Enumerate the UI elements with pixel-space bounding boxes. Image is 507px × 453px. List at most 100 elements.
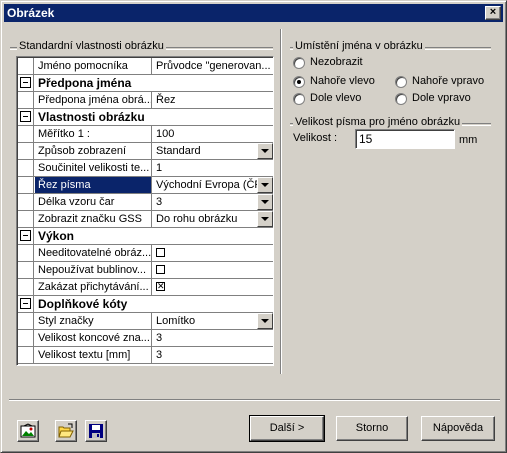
property-grid[interactable]: Jméno pomocníka Průvodce "generovan... Pře… [16,56,274,366]
grid-property-name: Needitovatelné obráz... [35,245,152,261]
grid-property-dropdown[interactable]: Východní Evropa (ČR [153,177,273,193]
grid-property-value[interactable]: 3 [153,347,273,363]
grid-gutter [18,347,34,363]
radio-top-right[interactable] [395,76,407,88]
radio-bottom-left-label[interactable]: Dole vlevo [310,92,361,105]
grid-section-title: Doplňkové kóty [38,297,128,311]
grid-gutter[interactable] [18,75,34,91]
grid-property-row[interactable]: Nepoužívat bublinov... [18,262,273,279]
bottom-separator [9,399,500,401]
grid-property-checkbox[interactable]: ✕ [153,279,273,295]
grid-gutter [18,279,34,295]
grid-property-value-text: 3 [156,196,163,208]
radio-bottom-right-label[interactable]: Dole vpravo [412,92,471,105]
grid-property-row[interactable]: Délka vzoru čar 3 [18,194,273,211]
grid-property-row[interactable]: Měřítko 1 : 100 [18,126,273,143]
radio-top-right-label[interactable]: Nahoře vpravo [412,75,484,88]
font-size-unit: mm [459,134,478,146]
help-button[interactable]: Nápověda [421,416,495,441]
checkbox-icon[interactable] [156,248,165,257]
collapse-icon[interactable] [20,77,31,88]
grid-property-row[interactable]: Velikost textu [mm] 3 [18,347,273,364]
grid-property-name: Zakázat přichytávání... [35,279,152,295]
grid-property-dropdown[interactable]: Standard [153,143,273,159]
collapse-icon[interactable] [20,298,31,309]
grid-property-value-text: Do rohu obrázku [156,213,238,225]
grid-section-row[interactable]: Výkon [18,228,273,245]
grid-property-row[interactable]: Součinitel velikosti te... 1 [18,160,273,177]
grid-property-value-text: 3 [156,349,163,361]
standard-properties-label: Standardní vlastnosti obrázku [17,40,166,53]
grid-property-value[interactable]: 3 [153,330,273,346]
grid-property-row[interactable]: Jméno pomocníka Průvodce "generovan... [18,58,273,75]
grid-property-value-text: Východní Evropa (ČR [156,179,263,191]
dropdown-arrow-icon[interactable] [257,143,273,159]
grid-gutter[interactable] [18,296,34,312]
radio-top-left-label[interactable]: Nahoře vlevo [310,75,375,88]
grid-property-row[interactable]: Zakázat přichytávání... ✕ [18,279,273,296]
grid-property-value[interactable]: Průvodce "generovan... [153,58,273,74]
grid-property-checkbox[interactable] [153,262,273,278]
grid-section-row[interactable]: Předpona jména [18,75,273,92]
grid-property-name: Styl značky [35,313,152,329]
grid-gutter [18,160,34,176]
grid-property-row[interactable]: Styl značky Lomítko [18,313,273,330]
grid-gutter[interactable] [18,109,34,125]
picture-button[interactable] [17,420,39,442]
name-position-label: Umístění jména v obrázku [293,40,425,53]
grid-property-name: Způsob zobrazení [35,143,152,159]
dropdown-arrow-icon[interactable] [257,313,273,329]
radio-bottom-left[interactable] [293,93,305,105]
grid-property-value[interactable]: 1 [153,160,273,176]
grid-property-dropdown[interactable]: Lomítko [153,313,273,329]
checkbox-checked-icon[interactable]: ✕ [156,282,165,291]
open-button[interactable] [55,420,77,442]
radio-hide-label[interactable]: Nezobrazit [310,56,363,69]
grid-property-row[interactable]: Velikost koncové zna... 3 [18,330,273,347]
collapse-icon[interactable] [20,111,31,122]
grid-property-name: Řez písma [35,177,152,193]
grid-section-row[interactable]: Doplňkové kóty [18,296,273,313]
grid-property-row[interactable]: Způsob zobrazení Standard [18,143,273,160]
grid-property-dropdown[interactable]: Do rohu obrázku [153,211,273,227]
picture-icon [20,423,36,438]
cancel-button[interactable]: Storno [336,416,408,441]
grid-property-checkbox[interactable] [153,245,273,261]
font-size-input[interactable] [355,129,455,149]
grid-property-value[interactable]: Řez [153,92,273,108]
grid-section-title: Předpona jména [38,76,132,90]
grid-property-name: Délka vzoru čar [35,194,152,210]
dropdown-arrow-icon[interactable] [257,194,273,210]
grid-gutter [18,194,34,210]
checkbox-icon[interactable] [156,265,165,274]
dropdown-arrow-icon[interactable] [257,177,273,193]
grid-property-name: Zobrazit značku GSS [35,211,152,227]
grid-property-row[interactable]: Zobrazit značku GSS Do rohu obrázku [18,211,273,228]
grid-property-name: Nepoužívat bublinov... [35,262,152,278]
close-button[interactable]: × [485,6,501,20]
panel-separator [280,29,282,374]
open-folder-icon [58,423,74,438]
grid-property-name: Jméno pomocníka [35,58,152,74]
save-button[interactable] [85,420,107,442]
dropdown-arrow-icon[interactable] [257,211,273,227]
grid-gutter[interactable] [18,228,34,244]
window-title: Obrázek [7,6,55,20]
next-button[interactable]: Další > [249,415,325,442]
grid-property-row[interactable]: Předpona jména obrá... Řez [18,92,273,109]
grid-gutter [18,245,34,261]
radio-hide[interactable] [293,57,305,69]
grid-property-value-text: Standard [156,145,201,157]
grid-property-value[interactable]: 100 [153,126,273,142]
font-size-field-label: Velikost : [293,132,338,144]
grid-section-row[interactable]: Vlastnosti obrázku [18,109,273,126]
grid-property-value-text: Řez [156,94,176,106]
radio-bottom-right[interactable] [395,93,407,105]
title-bar[interactable]: Obrázek × [4,4,503,22]
grid-property-row[interactable]: Řez písma Východní Evropa (ČR [18,177,273,194]
collapse-icon[interactable] [20,230,31,241]
radio-top-left[interactable] [293,76,305,88]
grid-property-dropdown[interactable]: 3 [153,194,273,210]
grid-section-title: Výkon [38,229,75,243]
grid-property-row[interactable]: Needitovatelné obráz... [18,245,273,262]
